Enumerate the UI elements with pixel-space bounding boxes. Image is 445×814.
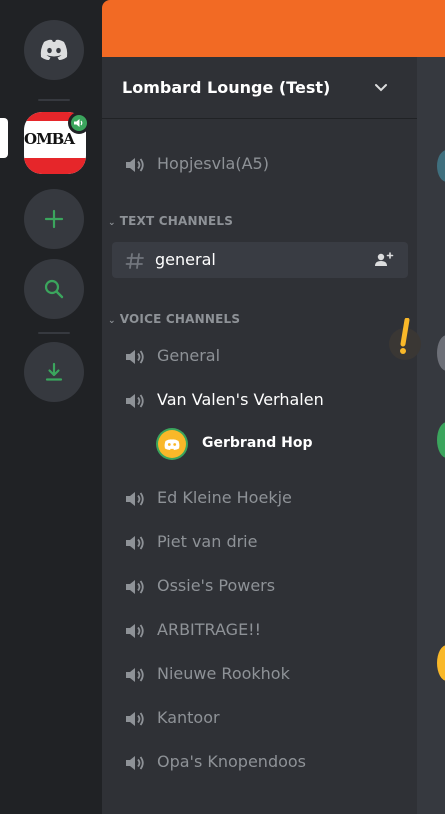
speaker-icon (126, 624, 144, 638)
speaker-icon (73, 119, 82, 127)
message-avatar (437, 335, 445, 371)
download-icon (45, 362, 63, 381)
chevron-down-icon (375, 84, 387, 92)
chevron-down-icon: ⌄ (108, 316, 116, 326)
download-apps-button[interactable] (24, 342, 84, 402)
notice-banner (102, 0, 445, 57)
rail-separator (38, 99, 70, 101)
selected-server-indicator (0, 118, 8, 158)
voice-channel-kantoor[interactable]: Kantoor (112, 700, 408, 736)
speaker-icon (126, 394, 144, 408)
explore-servers-button[interactable] (24, 259, 84, 319)
voice-user-name: Gerbrand Hop (202, 435, 313, 451)
category-label: VOICE CHANNELS (119, 312, 241, 326)
voice-user-gerbrand-hop[interactable]: Gerbrand Hop (158, 428, 398, 460)
channel-name: General (157, 346, 221, 365)
home-button[interactable] (24, 20, 84, 80)
warning-icon (385, 317, 425, 362)
search-icon (44, 279, 64, 299)
chat-area-edge (417, 57, 445, 814)
channel-name: ARBITRAGE!! (157, 620, 261, 639)
voice-channel-piet-van-drie[interactable]: Piet van drie (112, 524, 408, 560)
speaker-icon (126, 492, 144, 506)
channel-name: Van Valen's Verhalen (157, 390, 324, 409)
voice-active-badge (68, 112, 90, 134)
voice-channel-van-valens-verhalen[interactable]: Van Valen's Verhalen (112, 382, 408, 418)
discord-window: OMBA Lombard Lounge (Test) Hopjesvla(A5)… (0, 0, 445, 814)
avatar (158, 430, 186, 458)
channel-name: general (155, 250, 216, 269)
channel-sidebar: Lombard Lounge (Test) Hopjesvla(A5) ⌄ TEX… (102, 57, 417, 814)
server-name: Lombard Lounge (Test) (122, 78, 331, 97)
chevron-down-icon: ⌄ (108, 218, 116, 228)
add-server-button[interactable] (24, 189, 84, 249)
category-label: TEXT CHANNELS (119, 214, 234, 228)
speaker-icon (126, 536, 144, 550)
category-text-channels[interactable]: ⌄ TEXT CHANNELS (108, 214, 233, 228)
rail-separator (38, 332, 70, 334)
channel-name: Piet van drie (157, 532, 258, 551)
add-member-icon[interactable] (374, 252, 394, 268)
message-avatar (437, 150, 445, 182)
hash-icon (125, 253, 144, 269)
speaker-icon (126, 580, 144, 594)
voice-channel-opas-knopendoos[interactable]: Opa's Knopendoos (112, 744, 408, 780)
channel-name: Ossie's Powers (157, 576, 276, 595)
voice-channel-general[interactable]: General (112, 338, 408, 374)
speaker-icon (126, 668, 144, 682)
speaker-icon (126, 712, 144, 726)
text-channel-general[interactable]: general (112, 242, 408, 278)
plus-icon (44, 209, 64, 229)
channel-name: Ed Kleine Hoekje (157, 488, 292, 507)
discord-logo-icon (40, 39, 68, 60)
voice-channel-ossies-powers[interactable]: Ossie's Powers (112, 568, 408, 604)
voice-channel-nieuwe-rookhok[interactable]: Nieuwe Rookhok (112, 656, 408, 692)
logo-bottom-bar (24, 158, 86, 174)
speaker-icon (126, 158, 144, 172)
channel-name: Kantoor (157, 708, 220, 727)
channel-name: Nieuwe Rookhok (157, 664, 290, 683)
voice-channel-hopjesvla[interactable]: Hopjesvla(A5) (112, 146, 408, 182)
discord-avatar-icon (164, 439, 180, 450)
channel-name: Opa's Knopendoos (157, 752, 307, 771)
server-header[interactable]: Lombard Lounge (Test) (102, 57, 417, 119)
message-avatar (437, 422, 445, 458)
voice-channel-arbitrage[interactable]: ARBITRAGE!! (112, 612, 408, 648)
server-rail: OMBA (0, 0, 102, 814)
category-voice-channels[interactable]: ⌄ VOICE CHANNELS (108, 312, 240, 326)
message-avatar (437, 645, 445, 681)
speaker-icon (126, 756, 144, 770)
speaker-icon (126, 350, 144, 364)
channel-name: Hopjesvla(A5) (157, 154, 269, 173)
voice-channel-ed-kleine-hoekje[interactable]: Ed Kleine Hoekje (112, 480, 408, 516)
